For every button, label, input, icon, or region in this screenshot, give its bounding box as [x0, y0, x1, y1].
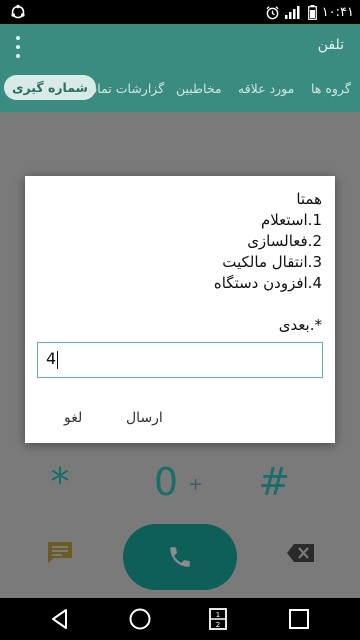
ussd-line: 4.افزودن دستگاه [213, 274, 322, 292]
recents-icon[interactable] [287, 607, 311, 631]
ussd-message: همتا 1.استعلام 2.فعالسازی 3.انتقال مالکی… [38, 189, 322, 336]
backspace-icon[interactable] [286, 543, 316, 563]
ussd-input-value: 4 [46, 349, 57, 368]
tab-call-logs[interactable]: گزارشات تماس [82, 81, 164, 96]
ussd-line [38, 294, 322, 315]
overflow-menu-icon[interactable] [14, 36, 22, 58]
text-caret [57, 350, 59, 369]
ussd-line: *.بعدی [278, 316, 322, 334]
navigation-bar: 1 2 [0, 598, 360, 640]
ussd-line: 3.انتقال مالکیت [222, 253, 322, 271]
tab-favorites[interactable]: مورد علاقه [238, 81, 294, 96]
signal-icon [284, 6, 300, 19]
home-icon[interactable] [128, 607, 152, 631]
call-button[interactable] [123, 524, 237, 590]
message-icon[interactable] [46, 540, 74, 564]
phone-icon [170, 547, 190, 567]
ussd-line: 1.استعلام [260, 211, 322, 229]
status-time: ۱۰:۴۱ [321, 4, 354, 20]
tab-groups[interactable]: گروه ها [311, 81, 351, 96]
cancel-button[interactable]: لغو [64, 410, 82, 426]
dual-window-icon[interactable]: 1 2 [206, 607, 230, 631]
svg-text:1: 1 [216, 611, 220, 619]
tab-contacts[interactable]: مخاطبین [176, 81, 222, 96]
ussd-line: 2.فعالسازی [247, 232, 322, 250]
sync-icon [11, 4, 25, 19]
svg-text:2: 2 [216, 621, 220, 629]
status-bar: ۱۰:۴۱ [0, 0, 360, 24]
ussd-line: همتا [296, 190, 322, 208]
app-title: تلفن [317, 37, 344, 53]
battery-icon [307, 4, 317, 20]
ussd-dialog: همتا 1.استعلام 2.فعالسازی 3.انتقال مالکی… [25, 176, 335, 443]
send-button[interactable]: ارسال [126, 410, 163, 426]
alarm-icon [266, 5, 279, 19]
app-bar: تلفن [0, 24, 360, 70]
ussd-response-input[interactable]: 4 [37, 342, 323, 378]
key-zero[interactable]: 0 [150, 460, 182, 504]
key-zero-plus: + [188, 474, 204, 495]
back-icon[interactable] [48, 607, 72, 631]
key-star[interactable]: * [40, 460, 80, 504]
key-hash[interactable]: # [256, 460, 292, 504]
tab-bar: شماره گیری گزارشات تماس مخاطبین مورد علا… [0, 70, 360, 112]
